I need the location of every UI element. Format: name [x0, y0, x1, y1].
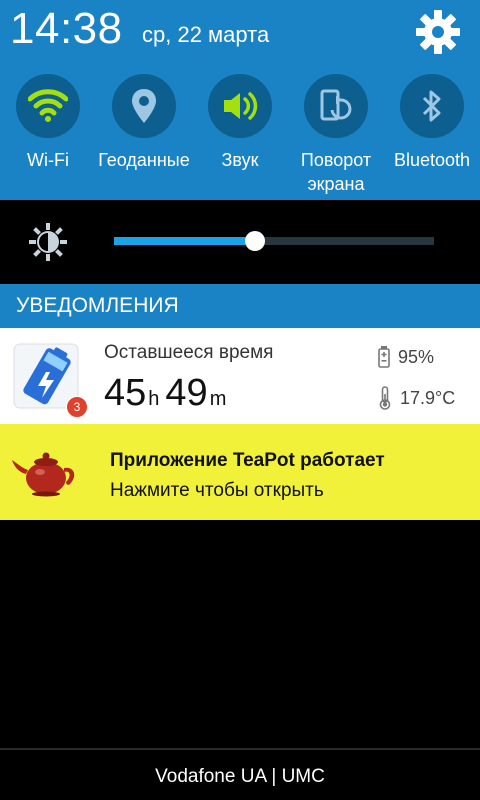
settings-gear-icon[interactable]: [414, 8, 462, 56]
toggle-bluetooth-label: Bluetooth: [393, 150, 471, 170]
teapot-notification-subtitle: Нажмите чтобы открыть: [110, 480, 324, 501]
brightness-slider-knob[interactable]: [245, 231, 265, 251]
battery-icon: [378, 346, 390, 368]
toggle-rotate-label-line1: Поворот: [300, 150, 372, 170]
notifications-header: УВЕДОМЛЕНИЯ: [0, 284, 480, 328]
sound-icon: [224, 92, 258, 120]
notification-count-badge: 3: [66, 396, 88, 418]
carrier-label: Vodafone UA | UMC: [155, 766, 325, 787]
remaining-minutes: 49: [165, 372, 208, 414]
toggle-sound[interactable]: Звук: [192, 74, 288, 172]
teapot-notification-title: Приложение TeaPot работает: [110, 450, 385, 471]
battery-percent-value: 95%: [398, 346, 435, 367]
bluetooth-icon: [422, 90, 441, 122]
clock: 14:38: [10, 4, 123, 53]
toggle-sound-label: Звук: [221, 150, 259, 170]
brightness-icon: [29, 223, 67, 261]
toggle-rotate-label: Поворот экрана: [288, 148, 384, 196]
toggle-rotate-label-line2: экрана: [307, 174, 365, 194]
quick-panel-header: 14:38 ср, 22 марта Wi-Fi Геоданные Звук …: [0, 0, 480, 200]
rotate-icon: [320, 89, 352, 121]
toggle-location-label: Геоданные: [98, 150, 190, 170]
hours-unit: h: [148, 388, 160, 410]
remaining-time-label: Оставшееся время: [104, 342, 274, 363]
temperature-stat: 17.9°C: [378, 386, 455, 410]
minutes-unit: m: [209, 388, 227, 410]
teapot-notification[interactable]: Приложение TeaPot работает Нажмите чтобы…: [0, 424, 480, 520]
toggle-wifi-label: Wi-Fi: [27, 150, 69, 170]
date: ср, 22 марта: [142, 22, 270, 47]
bottom-divider: [0, 748, 480, 750]
wifi-icon: [28, 89, 68, 122]
teapot-icon: [12, 452, 75, 497]
remaining-hours: 45: [104, 372, 147, 414]
toggle-wifi[interactable]: Wi-Fi: [0, 74, 96, 172]
toggle-rotate[interactable]: Поворот экрана: [288, 74, 384, 196]
battery-percent-stat: 95%: [378, 346, 434, 368]
toggle-location[interactable]: Геоданные: [96, 74, 192, 172]
brightness-slider-fill: [114, 237, 255, 245]
thermometer-icon: [379, 386, 391, 410]
location-icon: [132, 89, 156, 123]
temperature-value: 17.9°C: [400, 387, 456, 408]
notifications-header-label: УВЕДОМЛЕНИЯ: [16, 294, 179, 317]
toggle-bluetooth[interactable]: Bluetooth: [384, 74, 480, 172]
remaining-time-value: 45 h 49 m: [104, 372, 232, 415]
